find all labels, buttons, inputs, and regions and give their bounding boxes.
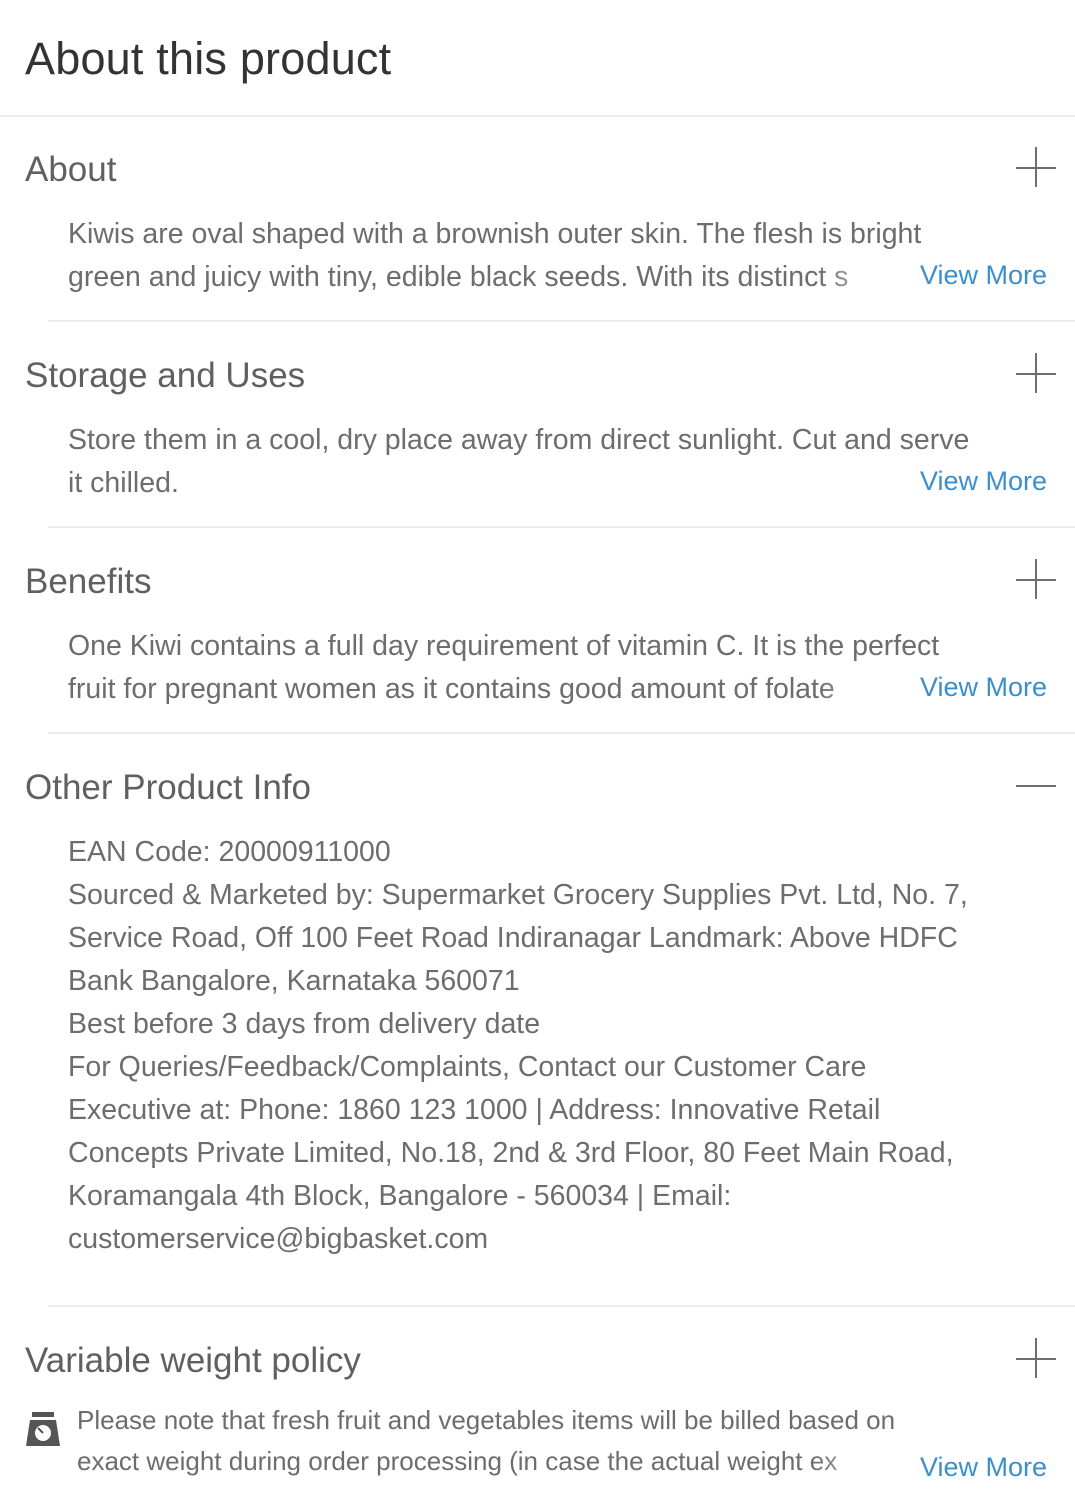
section-divider xyxy=(48,320,1075,322)
section-title-other-info[interactable]: Other Product Info xyxy=(25,768,311,808)
section-divider xyxy=(48,732,1075,734)
storage-line-2: it chilled. xyxy=(68,467,179,499)
info-line: EAN Code: 20000911000 xyxy=(68,836,391,868)
section-divider xyxy=(48,526,1075,528)
plus-icon[interactable] xyxy=(1016,353,1058,395)
section-title-benefits[interactable]: Benefits xyxy=(25,562,151,602)
plus-icon[interactable] xyxy=(1016,1338,1058,1380)
about-text: Kiwis are oval shaped with a brownish ou… xyxy=(68,213,921,299)
weight-policy-view-more-link[interactable]: View More xyxy=(920,1452,1047,1483)
info-line: For Queries/Feedback/Complaints, Contact… xyxy=(68,1051,867,1083)
other-info-text: EAN Code: 20000911000 Sourced & Marketed… xyxy=(68,831,1058,1261)
plus-icon[interactable] xyxy=(1016,147,1058,189)
minus-icon[interactable] xyxy=(1016,765,1058,807)
weighing-scale-icon xyxy=(24,1410,62,1448)
about-view-more-link[interactable]: View More xyxy=(920,260,1047,291)
info-line: Sourced & Marketed by: Supermarket Groce… xyxy=(68,879,968,911)
email-link[interactable]: customerservice@bigbasket.com xyxy=(68,1218,1058,1261)
storage-line-1: Store them in a cool, dry place away fro… xyxy=(68,424,970,456)
benefits-view-more-link[interactable]: View More xyxy=(920,672,1047,703)
storage-view-more-link[interactable]: View More xyxy=(920,466,1047,497)
benefits-line-2: fruit for pregnant women as it contains … xyxy=(68,673,835,705)
info-line: Executive at: Phone: 1860 123 1000 | Add… xyxy=(68,1094,881,1126)
page-title: About this product xyxy=(25,33,392,84)
about-line-2: green and juicy with tiny, edible black … xyxy=(68,261,849,293)
info-line: Koramangala 4th Block, Bangalore - 56003… xyxy=(68,1180,732,1212)
benefits-line-1: One Kiwi contains a full day requirement… xyxy=(68,630,940,662)
plus-icon[interactable] xyxy=(1016,559,1058,601)
section-divider xyxy=(48,1305,1075,1307)
policy-line-1: Please note that fresh fruit and vegetab… xyxy=(77,1405,896,1435)
benefits-text: One Kiwi contains a full day requirement… xyxy=(68,625,939,711)
info-line: Best before 3 days from delivery date xyxy=(68,1008,541,1040)
section-title-storage[interactable]: Storage and Uses xyxy=(25,356,305,396)
section-title-weight-policy[interactable]: Variable weight policy xyxy=(25,1341,361,1381)
about-line-1: Kiwis are oval shaped with a brownish ou… xyxy=(68,218,922,250)
weight-policy-text: Please note that fresh fruit and vegetab… xyxy=(77,1400,912,1482)
section-title-about[interactable]: About xyxy=(25,150,116,190)
info-line: Concepts Private Limited, No.18, 2nd & 3… xyxy=(68,1137,954,1169)
page-header: About this product xyxy=(0,0,1075,117)
info-line: Bank Bangalore, Karnataka 560071 xyxy=(68,965,520,997)
storage-text: Store them in a cool, dry place away fro… xyxy=(68,419,969,505)
info-line: Service Road, Off 100 Feet Road Indirana… xyxy=(68,922,958,954)
policy-line-2: exact weight during order processing (in… xyxy=(77,1446,838,1476)
